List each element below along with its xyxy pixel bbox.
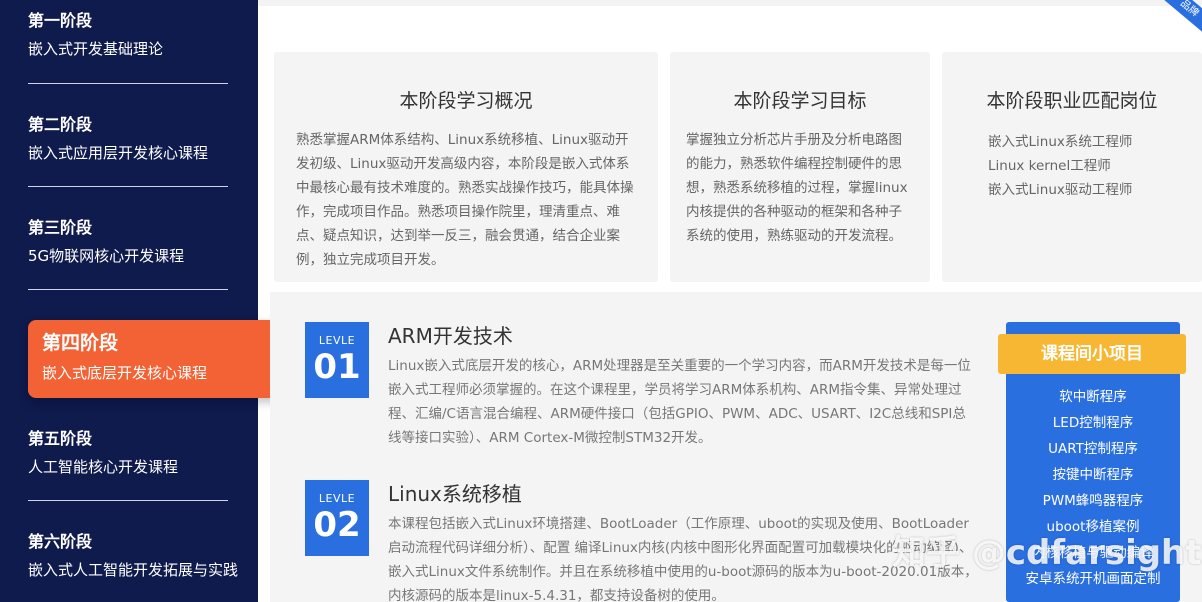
list-item[interactable]: PWM蜂鸣器程序 (1006, 488, 1180, 514)
level-label: LEVLE (318, 334, 356, 347)
list-item: 嵌入式Linux驱动工程师 (988, 182, 1133, 198)
stage-title: 第三阶段 (28, 218, 93, 237)
course-title: ARM开发技术 (388, 324, 513, 348)
top-strip (258, 0, 1202, 6)
list-item: 嵌入式Linux系统工程师 (988, 134, 1133, 150)
list-item[interactable]: 按键中断程序 (1006, 462, 1180, 488)
sidebar-item-stage-5[interactable]: 第五阶段 人工智能核心开发课程 (28, 428, 228, 478)
goal-card: 本阶段学习目标 掌握独立分析芯片手册及分析电路图的能力，熟悉软件编程控制硬件的思… (670, 52, 930, 282)
level-number: 01 (313, 347, 361, 387)
level-label: LEVLE (318, 492, 356, 505)
course-description: Linux嵌入式底层开发的核心，ARM处理器是至关重要的一个学习内容，而ARM开… (388, 358, 971, 446)
divider (28, 83, 228, 84)
list-item[interactable]: UART控制程序 (1006, 436, 1180, 462)
stage-title: 第六阶段 (28, 532, 93, 551)
stage-subtitle: 嵌入式人工智能开发拓展与实践 (28, 561, 239, 579)
jobs-card: 本阶段职业匹配岗位 嵌入式Linux系统工程师 Linux kernel工程师 … (942, 52, 1202, 282)
stage-subtitle: 人工智能核心开发课程 (28, 458, 179, 476)
overview-card: 本阶段学习概况 熟悉掌握ARM体系结构、Linux系统移植、Linux驱动开发初… (274, 52, 658, 282)
course-title: Linux系统移植 (388, 482, 522, 506)
level-number: 02 (313, 505, 361, 545)
stage-title: 第一阶段 (28, 11, 93, 30)
divider (28, 289, 228, 290)
list-item[interactable]: 软中断程序 (1006, 384, 1180, 410)
sidebar-item-stage-4-active[interactable]: 第四阶段 嵌入式底层开发核心课程 (28, 320, 290, 398)
ribbon-label: 品牌 (1141, 0, 1202, 38)
card-title: 本阶段学习概况 (399, 90, 533, 112)
level-badge: LEVLE 02 (305, 480, 369, 556)
list-item: Linux kernel工程师 (988, 158, 1111, 174)
card-title: 本阶段学习目标 (733, 90, 867, 112)
stage-subtitle: 嵌入式应用层开发核心课程 (28, 144, 209, 162)
stage-subtitle: 嵌入式开发基础理论 (28, 40, 164, 58)
card-text: 掌握独立分析芯片手册及分析电路图的能力，熟悉软件编程控制硬件的思想，熟悉系统移植… (686, 132, 908, 244)
stage-title: 第二阶段 (28, 115, 93, 134)
job-list: 嵌入式Linux系统工程师 Linux kernel工程师 嵌入式Linux驱动… (988, 130, 1202, 202)
divider (28, 500, 228, 501)
stage-title: 第五阶段 (28, 429, 93, 448)
sidebar-item-stage-6[interactable]: 第六阶段 嵌入式人工智能开发拓展与实践 (28, 531, 258, 581)
stage-subtitle: 5G物联网核心开发课程 (28, 247, 185, 265)
corner-ribbon: 品牌 (1136, 0, 1202, 38)
stage-title: 第四阶段 (42, 332, 119, 354)
sidebar-item-stage-2[interactable]: 第二阶段 嵌入式应用层开发核心课程 (28, 114, 228, 164)
watermark: 知乎 @cdfarsight (892, 533, 1202, 573)
course-description: 本课程包括嵌入式Linux环境搭建、BootLoader（工作原理、uboot的… (388, 516, 978, 602)
divider (28, 186, 228, 187)
list-item[interactable]: LED控制程序 (1006, 410, 1180, 436)
level-badge: LEVLE 01 (305, 322, 369, 398)
card-text: 熟悉掌握ARM体系结构、Linux系统移植、Linux驱动开发初级、Linux驱… (296, 132, 634, 268)
stage-subtitle: 嵌入式底层开发核心课程 (42, 364, 208, 382)
sidebar-item-stage-3[interactable]: 第三阶段 5G物联网核心开发课程 (28, 217, 228, 267)
card-title: 本阶段职业匹配岗位 (986, 90, 1158, 112)
stage-sidebar: 第一阶段 嵌入式开发基础理论 第二阶段 嵌入式应用层开发核心课程 第三阶段 5G… (0, 0, 258, 602)
sidebar-item-stage-1[interactable]: 第一阶段 嵌入式开发基础理论 (28, 10, 228, 60)
project-header: 课程间小项目 (998, 334, 1186, 374)
